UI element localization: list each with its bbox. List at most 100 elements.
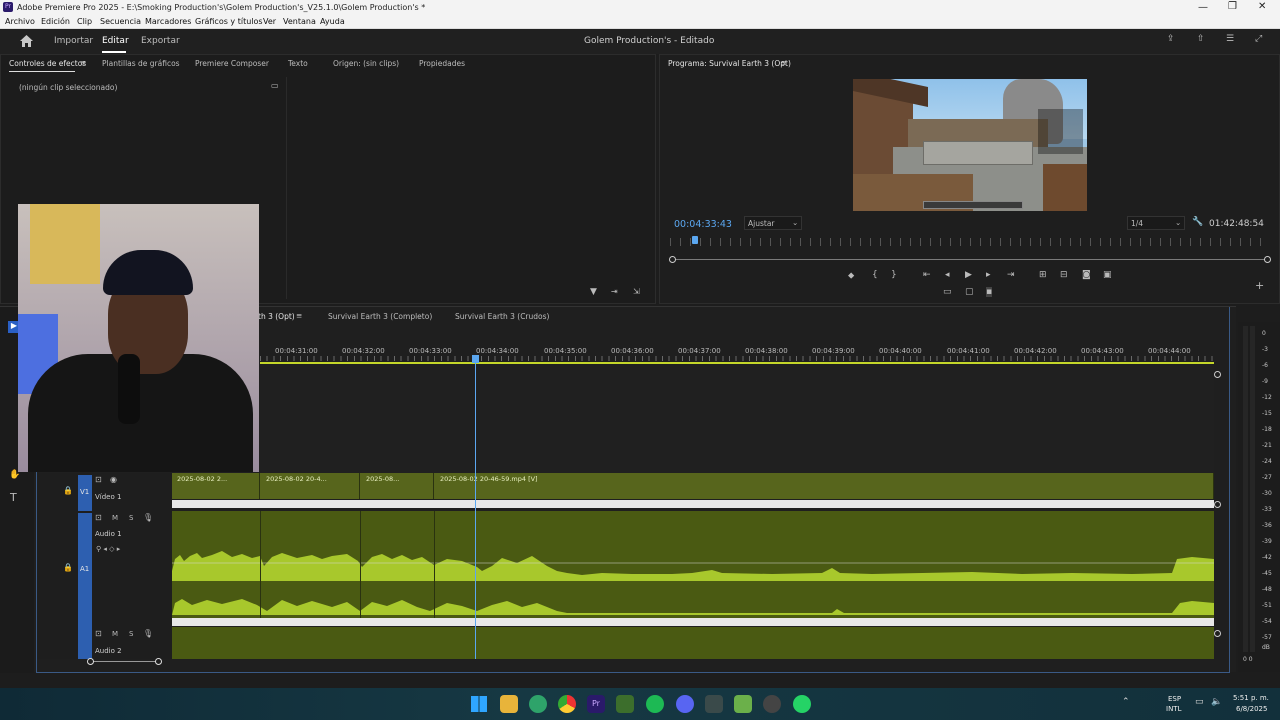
- tab-propiedades[interactable]: Propiedades: [419, 59, 465, 68]
- fit-dropdown[interactable]: Ajustar ⌄: [744, 216, 802, 230]
- microphone-icon[interactable]: 🎙: [143, 513, 153, 522]
- spotify-icon[interactable]: [646, 695, 664, 713]
- lock-icon[interactable]: 🔒: [63, 486, 73, 495]
- compare-icon[interactable]: ▣: [1103, 270, 1112, 280]
- whatsapp-icon[interactable]: [793, 695, 811, 713]
- mode-exportar[interactable]: Exportar: [141, 36, 180, 46]
- restore-button[interactable]: ❐: [1228, 1, 1237, 12]
- menu-clip[interactable]: Clip: [77, 17, 92, 26]
- tab-menu-icon[interactable]: ≡: [80, 58, 86, 67]
- play-icon[interactable]: ▶: [965, 270, 972, 280]
- keyboard-language[interactable]: ESP: [1168, 695, 1181, 703]
- a2-solo-button[interactable]: S: [129, 630, 133, 638]
- timeline-zoom-bar[interactable]: [91, 661, 159, 662]
- timeline-playhead-marker[interactable]: [472, 355, 479, 363]
- lock-icon[interactable]: 🔒: [63, 563, 73, 572]
- video-clip[interactable]: [434, 473, 1214, 499]
- menu-ver[interactable]: Ver: [263, 17, 276, 26]
- workspaces-menu-icon[interactable]: ☰: [1226, 34, 1234, 44]
- go-to-in-icon[interactable]: ⇤: [923, 270, 931, 280]
- home-icon[interactable]: [20, 35, 33, 47]
- export-frame-icon[interactable]: ⇲: [633, 287, 640, 296]
- step-forward-icon[interactable]: ▸: [986, 270, 991, 280]
- minecraft-icon[interactable]: [734, 695, 752, 713]
- mark-out-icon[interactable]: }: [891, 270, 897, 280]
- resolution-dropdown[interactable]: 1/4 ⌄: [1127, 216, 1185, 230]
- windows-start-icon[interactable]: [471, 696, 487, 712]
- add-marker-icon[interactable]: ⬥: [848, 271, 854, 281]
- menu-secuencia[interactable]: Secuencia: [100, 17, 141, 26]
- a2-mute-button[interactable]: M: [112, 630, 118, 638]
- scrub-start-handle[interactable]: [669, 256, 676, 263]
- browser-icon[interactable]: [529, 695, 547, 713]
- volume-icon[interactable]: 🔈: [1211, 697, 1222, 707]
- minimize-button[interactable]: —: [1198, 2, 1208, 13]
- keyframe-nav-icon[interactable]: ⚲ ◂ ◇ ▸: [96, 545, 120, 553]
- a2-audio-clip[interactable]: [172, 627, 1214, 659]
- tab-premiere-composer[interactable]: Premiere Composer: [195, 59, 269, 68]
- step-back-icon[interactable]: ◂: [945, 270, 950, 280]
- eye-icon[interactable]: ◉: [110, 475, 117, 484]
- lift-icon[interactable]: ⊞: [1039, 270, 1047, 280]
- zoom-left-handle[interactable]: [87, 658, 94, 665]
- work-area-bar[interactable]: [260, 362, 1214, 364]
- a2-target-button[interactable]: [78, 629, 92, 659]
- safe-margins-icon[interactable]: ▭: [943, 287, 952, 297]
- premiere-taskbar-icon[interactable]: Pr: [587, 695, 605, 713]
- share-icon[interactable]: ⇧: [1197, 34, 1205, 44]
- menu-marcadores[interactable]: Marcadores: [145, 17, 191, 26]
- mode-importar[interactable]: Importar: [54, 36, 93, 46]
- add-button-icon[interactable]: +: [1255, 279, 1264, 292]
- quick-export-icon[interactable]: ⇪: [1167, 34, 1175, 44]
- excel-icon[interactable]: [705, 695, 723, 713]
- clock-time[interactable]: 5:51 p. m.: [1233, 694, 1269, 702]
- fullscreen-icon[interactable]: ⤢: [1255, 34, 1262, 44]
- menu-edicion[interactable]: Edición: [41, 17, 70, 26]
- openai-icon[interactable]: [763, 695, 781, 713]
- toggle-sync-lock-icon[interactable]: ⊡: [95, 513, 102, 522]
- menu-ayuda[interactable]: Ayuda: [320, 17, 345, 26]
- close-window-button[interactable]: ✕: [1258, 1, 1266, 12]
- microphone-icon[interactable]: 🎙: [143, 629, 153, 638]
- program-playhead[interactable]: [692, 236, 698, 244]
- program-menu-icon[interactable]: ≡: [781, 58, 787, 67]
- wrench-icon[interactable]: 🔧: [1192, 217, 1203, 227]
- scrub-end-handle[interactable]: [1264, 256, 1271, 263]
- clock-date[interactable]: 6/8/2025: [1236, 705, 1267, 713]
- overlay-icon[interactable]: ▢: [965, 287, 974, 297]
- menu-graficos[interactable]: Gráficos y títulos: [195, 17, 263, 26]
- work-area-end-handle[interactable]: [1214, 371, 1221, 378]
- type-tool-icon[interactable]: T: [10, 491, 17, 504]
- program-scrub-bar[interactable]: [672, 259, 1268, 260]
- discord-icon[interactable]: [676, 695, 694, 713]
- program-timecode[interactable]: 00:04:33:43: [674, 219, 732, 230]
- tab-origen[interactable]: Origen: (sin clips): [333, 59, 399, 68]
- go-to-out-icon[interactable]: ⇥: [1007, 270, 1015, 280]
- minecraft-launcher-icon[interactable]: [616, 695, 634, 713]
- program-monitor-title[interactable]: Programa: Survival Earth 3 (Opt): [668, 59, 791, 68]
- extract-icon[interactable]: ⊟: [1060, 270, 1068, 280]
- tab-texto[interactable]: Texto: [288, 59, 308, 68]
- timeline-ruler[interactable]: 00:04:31:00 00:04:32:00 00:04:33:00 00:0…: [260, 343, 1214, 364]
- keyboard-layout[interactable]: INTL: [1166, 705, 1181, 713]
- toggle-sync-lock-icon[interactable]: ⊡: [95, 629, 102, 638]
- jump-icon[interactable]: ⇥: [611, 287, 618, 296]
- program-video-frame[interactable]: [853, 79, 1087, 211]
- a1-mute-button[interactable]: M: [112, 514, 118, 522]
- filter-icon[interactable]: ▼: [590, 287, 597, 297]
- tab-plantillas-graficos[interactable]: Plantillas de gráficos: [102, 59, 180, 68]
- mark-in-icon[interactable]: {: [872, 270, 878, 280]
- chrome-icon[interactable]: [558, 695, 576, 713]
- network-icon[interactable]: ▭: [1195, 697, 1204, 707]
- tab-controles-efectos[interactable]: Controles de efectos: [9, 59, 86, 68]
- file-explorer-icon[interactable]: [500, 695, 518, 713]
- a1-solo-button[interactable]: S: [129, 514, 133, 522]
- menu-ventana[interactable]: Ventana: [283, 17, 316, 26]
- chevron-up-icon[interactable]: ⌃: [1122, 697, 1130, 707]
- menu-archivo[interactable]: Archivo: [5, 17, 35, 26]
- toggle-sync-lock-icon[interactable]: ⊡: [95, 475, 102, 484]
- panel-toggle-icon[interactable]: ▭: [271, 81, 279, 90]
- zoom-right-handle[interactable]: [155, 658, 162, 665]
- vr-icon[interactable]: ▪: [986, 287, 993, 297]
- a1-end-handle[interactable]: [1214, 501, 1221, 508]
